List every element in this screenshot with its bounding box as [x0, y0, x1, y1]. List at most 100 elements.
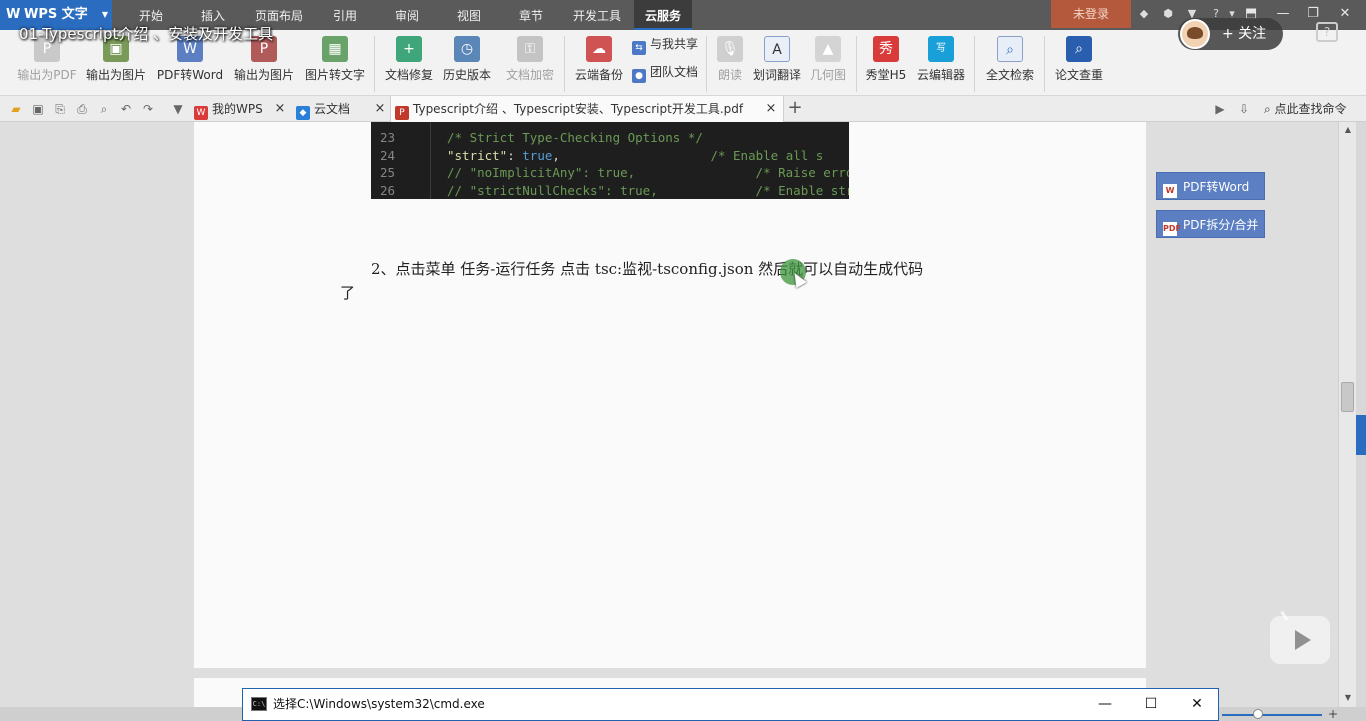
code-line: 26 // "strictNullChecks": true, /* Enable…: [371, 182, 849, 199]
image-to-text-button[interactable]: ▦ 图片转文字: [302, 34, 368, 92]
cloud-backup-button[interactable]: ☁ 云端备份: [572, 34, 626, 92]
doc-repair-button[interactable]: + 文档修复: [382, 34, 436, 92]
wps-icon: W: [194, 106, 208, 120]
tab-view[interactable]: 视图: [450, 0, 488, 30]
open-folder-icon[interactable]: ▰: [8, 101, 24, 117]
microphone-icon: 🎙: [717, 36, 743, 62]
login-button[interactable]: 未登录: [1051, 0, 1131, 28]
tab-my-wps[interactable]: W 我的WPS: [194, 96, 270, 122]
tab-bar: ▰ ▣ ⎘ ⎙ ⌕ ↶ ↷ ▼ W 我的WPS × ◆ 云文档 × P Typescr…: [0, 96, 1366, 122]
new-tab-button[interactable]: +: [786, 96, 804, 122]
print-icon[interactable]: ⎙: [74, 101, 90, 117]
side-panel-toggle[interactable]: [1356, 415, 1366, 455]
download-icon[interactable]: ⇩: [1236, 101, 1252, 117]
follow-button[interactable]: + 关注: [1178, 18, 1283, 50]
close-button[interactable]: ✕: [1175, 689, 1219, 719]
document-area: 23 /* Strict Type-Checking Options */ 24 "s…: [0, 122, 1338, 721]
translate-button[interactable]: A 划词翻译: [750, 34, 804, 92]
code-line-number: 24: [379, 147, 395, 163]
ribbon-divider: [706, 36, 707, 92]
team-icon: ●: [632, 69, 646, 83]
zoom-slider[interactable]: [1222, 714, 1322, 716]
translate-icon: A: [764, 36, 790, 62]
doc-repair-icon: +: [396, 36, 422, 62]
share-icon: ⇆: [632, 41, 646, 55]
zoom-in-icon[interactable]: +: [1326, 707, 1340, 721]
ribbon-divider: [564, 36, 565, 92]
geometry-icon: ▲: [815, 36, 841, 62]
team-docs-button[interactable]: ● 团队文档: [632, 62, 698, 83]
pdf-icon: PDF: [1163, 222, 1181, 236]
ribbon-divider: [374, 36, 375, 92]
print-preview-icon[interactable]: ⌕: [96, 101, 112, 117]
cmd-window-title: 选择C:\Windows\system32\cmd.exe: [273, 697, 485, 711]
pdf-icon: W: [1163, 184, 1177, 198]
maximize-button[interactable]: ☐: [1129, 689, 1173, 719]
save-icon[interactable]: ▣: [30, 101, 46, 117]
cube-icon: ◆: [296, 106, 310, 120]
zoom-slider-knob[interactable]: [1253, 709, 1263, 719]
cloud-editor-button[interactable]: 写 云编辑器: [914, 34, 968, 92]
tab-cloud-services[interactable]: 云服务: [634, 0, 692, 30]
scroll-down-arrow-icon[interactable]: ▼: [1342, 692, 1354, 704]
cloud-editor-icon: 写: [928, 36, 954, 62]
share-with-me-button[interactable]: ⇆ 与我共享: [632, 34, 698, 55]
tab-cloud-docs[interactable]: ◆ 云文档: [296, 96, 366, 122]
read-aloud-button[interactable]: 🎙 朗读: [714, 34, 746, 92]
geometry-button[interactable]: ▲ 几何图: [808, 34, 848, 92]
tab-review[interactable]: 审阅: [388, 0, 426, 30]
code-token: "strict": [447, 147, 508, 163]
tab-chapter[interactable]: 章节: [512, 0, 550, 30]
export-icon[interactable]: ⎘: [52, 101, 68, 117]
history-icon: ◷: [454, 36, 480, 62]
help-icon[interactable]: ?: [1316, 22, 1338, 42]
minimize-button[interactable]: —: [1083, 689, 1127, 719]
code-line-number: 25: [379, 165, 395, 180]
code-token: // "strictNullChecks": true, /* Enable s…: [447, 182, 849, 198]
pdf-to-word-side-button[interactable]: W PDF转Word: [1156, 172, 1265, 200]
ribbon-divider: [856, 36, 857, 92]
code-line: 23 /* Strict Type-Checking Options */: [371, 129, 703, 146]
tab-developer[interactable]: 开发工具: [568, 0, 626, 30]
scrollbar-thumb[interactable]: [1341, 382, 1354, 412]
close-tab-button[interactable]: ×: [373, 96, 387, 122]
tab-pdf-document[interactable]: P Typescript介绍 、Typescript安装、Typescript开发…: [390, 96, 784, 122]
wps-logo-icon: W: [6, 7, 21, 22]
instruction-text: 2、点击菜单 任务-运行任务 点击 tsc:监视-tsconfig.json 然…: [371, 260, 924, 278]
chevron-down-icon[interactable]: ▼: [170, 101, 186, 117]
close-tab-button[interactable]: ×: [273, 96, 287, 122]
scroll-up-arrow-icon[interactable]: ▲: [1342, 124, 1354, 136]
maximize-icon[interactable]: ❐: [1302, 4, 1324, 24]
close-tab-button[interactable]: ×: [764, 96, 778, 122]
code-token: // "noImplicitAny": true, /* Raise error: [447, 165, 849, 180]
search-icon: ⌕: [1264, 102, 1275, 116]
video-play-icon[interactable]: [1270, 616, 1330, 664]
find-command-search[interactable]: ⌕ 点此查找命令: [1264, 96, 1347, 122]
encrypt-icon: ⚿: [517, 36, 543, 62]
vertical-scrollbar[interactable]: ▲ ▼: [1338, 122, 1356, 707]
ribbon-divider: [1044, 36, 1045, 92]
pdf-split-merge-button[interactable]: PDF PDF拆分/合并: [1156, 210, 1265, 238]
skin-icon[interactable]: ◆: [1136, 6, 1152, 22]
close-icon[interactable]: ✕: [1334, 4, 1356, 24]
tab-references[interactable]: 引用: [326, 0, 364, 30]
undo-icon[interactable]: ↶: [118, 101, 134, 117]
code-screenshot: 23 /* Strict Type-Checking Options */ 24 "s…: [371, 122, 849, 199]
encrypt-button[interactable]: ⚿ 文档加密: [502, 34, 558, 92]
code-token: ,: [552, 147, 711, 163]
cmd-window[interactable]: C:\ 选择C:\Windows\system32\cmd.exe — ☐ ✕: [242, 688, 1219, 721]
follow-label: + 关注: [1222, 26, 1267, 42]
history-button[interactable]: ◷ 历史版本: [440, 34, 494, 92]
code-token: :: [507, 147, 523, 163]
settings-icon[interactable]: ⬢: [1160, 6, 1176, 22]
fulltext-search-button[interactable]: ⌕ 全文检索: [982, 34, 1038, 92]
plagiarism-check-button[interactable]: ⌕ 论文查重: [1052, 34, 1106, 92]
presentation-icon[interactable]: ▶: [1212, 101, 1228, 117]
console-icon: C:\: [251, 697, 267, 711]
xiutang-icon: 秀: [873, 36, 899, 62]
redo-icon[interactable]: ↷: [140, 101, 156, 117]
plagiarism-check-icon: ⌕: [1066, 36, 1092, 62]
image-to-text-icon: ▦: [322, 36, 348, 62]
app-logo-label: WPS 文字: [24, 7, 88, 22]
xiutang-h5-button[interactable]: 秀 秀堂H5: [864, 34, 908, 92]
